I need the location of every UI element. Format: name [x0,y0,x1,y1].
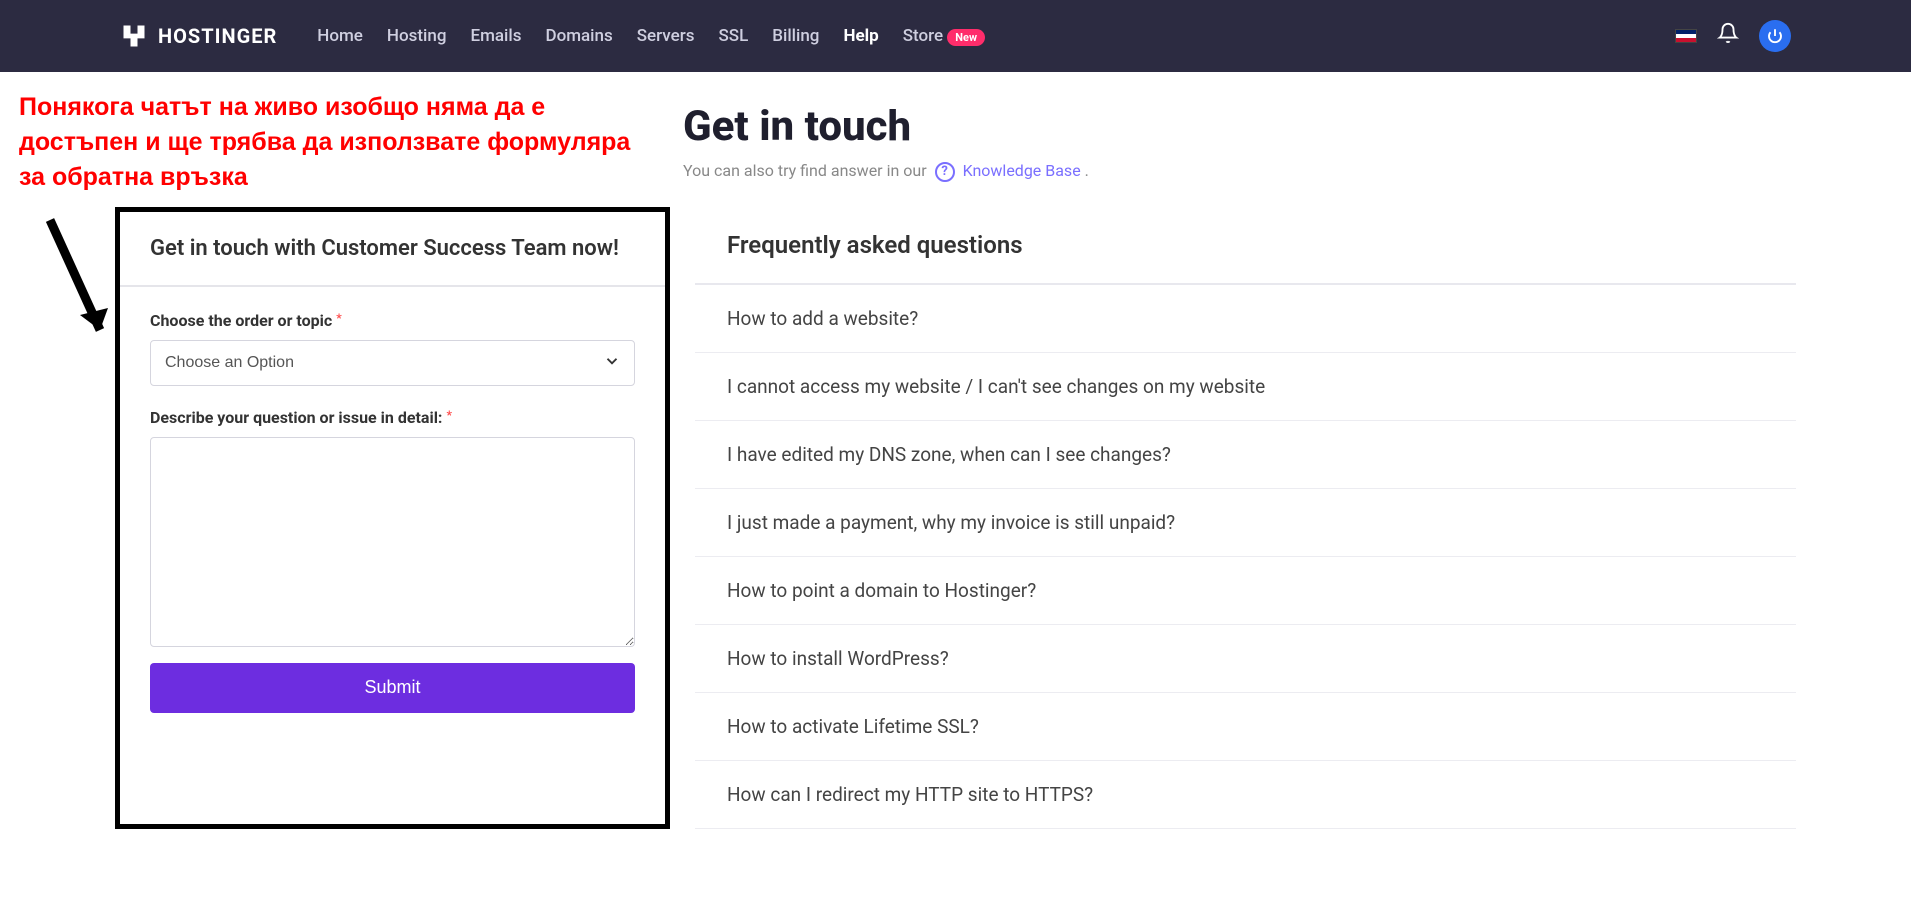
annotation-arrow-icon [40,210,120,350]
faq-card: Frequently asked questions How to add a … [695,207,1796,829]
nav-domains[interactable]: Domains [545,26,612,46]
topic-label: Choose the order or topic * [150,311,635,330]
topic-label-text: Choose the order or topic [150,311,332,330]
faq-item[interactable]: How to activate Lifetime SSL? [695,693,1796,761]
nav-home[interactable]: Home [317,26,363,46]
form-body: Choose the order or topic * Choose an Opt… [120,287,665,735]
topbar-left: HOSTINGER Home Hosting Emails Domains Se… [120,22,985,50]
faq-list: How to add a website? I cannot access my… [695,285,1796,829]
brand-logo[interactable]: HOSTINGER [120,22,277,50]
power-icon [1766,27,1784,45]
topbar: HOSTINGER Home Hosting Emails Domains Se… [0,0,1911,72]
power-button[interactable] [1759,20,1791,52]
nav-emails[interactable]: Emails [470,26,521,46]
topic-select-wrap: Choose an Option [150,340,635,386]
notifications-bell-icon[interactable] [1717,22,1739,50]
main-nav: Home Hosting Emails Domains Servers SSL … [317,26,985,46]
subtitle-post: . [1085,161,1089,180]
faq-item[interactable]: How to add a website? [695,285,1796,353]
describe-label-text: Describe your question or issue in detai… [150,408,442,427]
contact-form-card: Get in touch with Customer Success Team … [115,207,670,829]
question-circle-icon: ? [935,162,955,182]
page-title: Get in touch [683,102,1911,151]
content-row: Get in touch with Customer Success Team … [0,207,1911,829]
faq-heading: Frequently asked questions [695,207,1796,285]
faq-item[interactable]: I just made a payment, why my invoice is… [695,489,1796,557]
describe-textarea[interactable] [150,437,635,647]
knowledge-base-link[interactable]: Knowledge Base [963,161,1081,180]
page-header: Get in touch You can also try find answe… [683,102,1911,182]
nav-hosting[interactable]: Hosting [387,26,447,46]
nav-servers[interactable]: Servers [637,26,695,46]
topic-select[interactable]: Choose an Option [150,340,635,386]
language-flag-icon[interactable] [1675,29,1697,43]
faq-item[interactable]: How to point a domain to Hostinger? [695,557,1796,625]
nav-ssl[interactable]: SSL [718,26,748,46]
form-heading: Get in touch with Customer Success Team … [120,212,665,287]
faq-item[interactable]: I cannot access my website / I can't see… [695,353,1796,421]
required-asterisk: * [446,408,451,422]
nav-store[interactable]: Store New [903,26,985,46]
hostinger-icon [120,22,148,50]
annotation-text: Понякога чатът на живо изобщо няма да е … [19,90,649,195]
describe-label: Describe your question or issue in detai… [150,408,635,427]
nav-billing[interactable]: Billing [772,26,819,46]
page-subtitle: You can also try find answer in our ? Kn… [683,161,1911,182]
brand-text: HOSTINGER [158,24,277,48]
subtitle-pre: You can also try find answer in our [683,161,927,180]
faq-item[interactable]: I have edited my DNS zone, when can I se… [695,421,1796,489]
required-asterisk: * [336,311,341,325]
new-badge: New [947,29,985,46]
faq-item[interactable]: How can I redirect my HTTP site to HTTPS… [695,761,1796,829]
topbar-right [1675,20,1791,52]
nav-store-label: Store [903,26,943,46]
faq-item[interactable]: How to install WordPress? [695,625,1796,693]
submit-button[interactable]: Submit [150,663,635,713]
nav-help[interactable]: Help [843,26,878,46]
